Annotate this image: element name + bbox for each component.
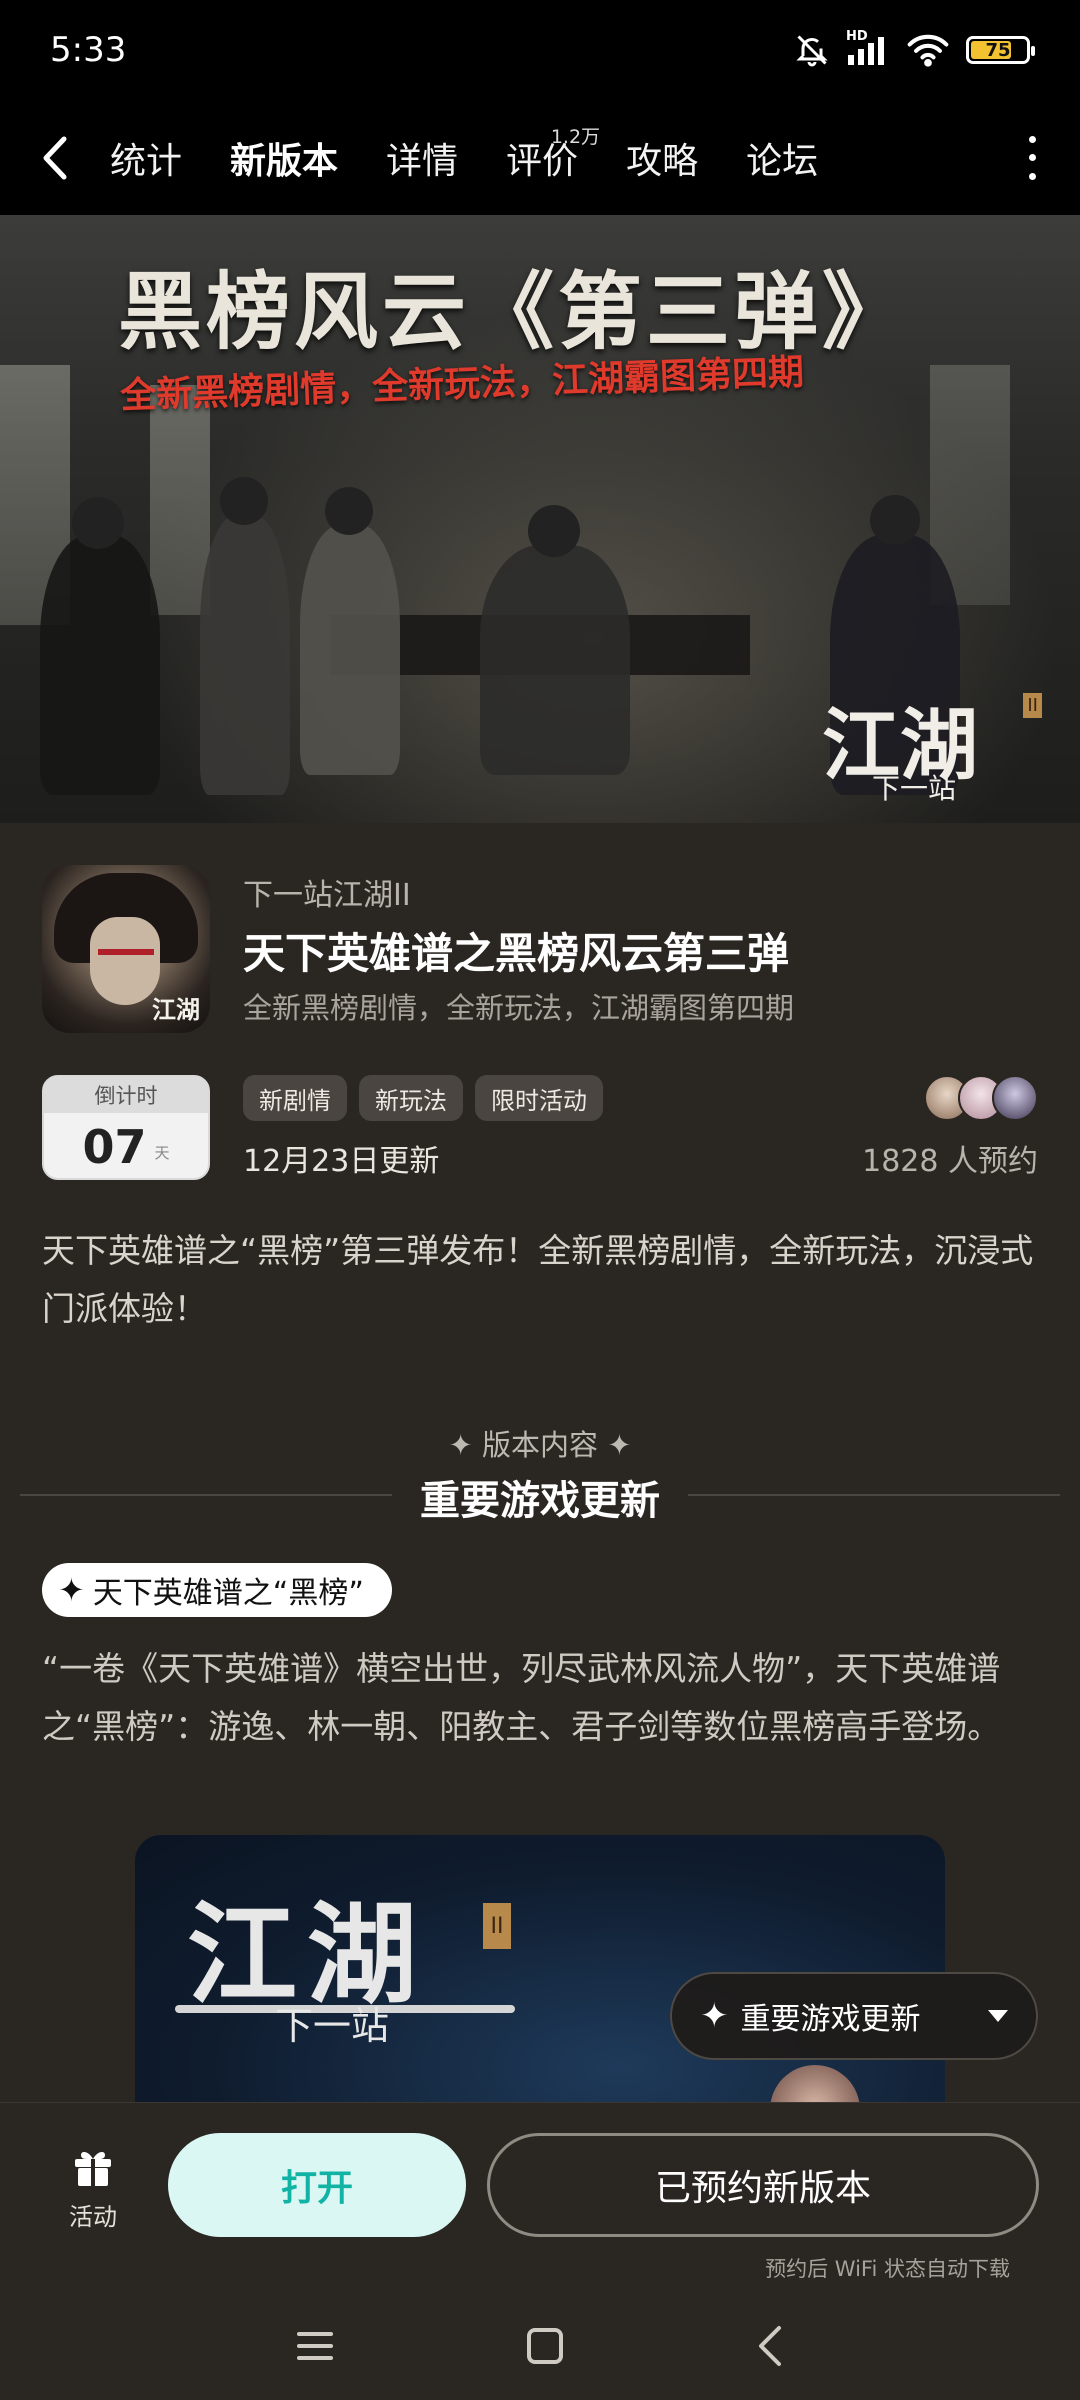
sparkle-icon: ✦	[700, 1996, 729, 2036]
countdown-badge: 倒计时 07 天	[42, 1075, 210, 1180]
version-title: 天下英雄谱之黑榜风云第三弹	[243, 929, 790, 978]
home-icon[interactable]	[525, 2326, 565, 2366]
tab-reviews[interactable]: 评价 1.2万	[506, 126, 600, 188]
banner-figure-4	[480, 545, 630, 775]
more-options-icon[interactable]	[1024, 130, 1040, 186]
banner-figure-1-head	[72, 497, 124, 549]
reserver-avatars[interactable]	[924, 1075, 1038, 1121]
feature-tag: ✦ 天下英雄谱之“黑榜”	[42, 1563, 392, 1617]
tag-limited-event: 限时活动	[475, 1075, 603, 1121]
system-nav-bar	[0, 2292, 1080, 2400]
wifi-download-note: 预约后 WiFi 状态自动下载	[765, 2257, 1010, 2281]
game-name[interactable]: 下一站江湖II	[243, 870, 411, 914]
chevron-left-icon	[43, 136, 67, 179]
banner-figure-5-head	[870, 495, 920, 545]
countdown-label: 倒计时	[44, 1077, 208, 1113]
sparkle-icon: ✦	[58, 1571, 85, 1609]
version-tags: 新剧情 新玩法 限时活动	[243, 1075, 603, 1121]
open-button[interactable]: 打开	[168, 2133, 466, 2237]
battery-level: 75	[985, 39, 1011, 61]
banner-figure-2-head	[220, 477, 268, 525]
countdown-body: 07 天	[44, 1113, 208, 1178]
update-date: 12月23日更新	[243, 1144, 440, 1179]
game-logo-sub: 下一站	[872, 772, 957, 805]
game-logo: 江湖 II 下一站	[822, 683, 1042, 805]
game-icon-mark	[98, 949, 154, 955]
feature-image-logo-sub: 下一站	[275, 2004, 390, 2048]
wifi-icon	[907, 34, 949, 67]
status-bar: 5:33 HD 75	[0, 0, 1080, 100]
gift-icon	[75, 2151, 111, 2186]
section-jump-label: 重要游戏更新	[740, 2002, 921, 2037]
tag-new-story: 新剧情	[243, 1075, 347, 1121]
activity-label: 活动	[69, 2203, 117, 2231]
back-button[interactable]	[40, 128, 80, 188]
menu-icon[interactable]	[295, 2328, 335, 2364]
game-icon-face	[90, 917, 160, 1005]
bell-off-icon	[796, 35, 828, 67]
status-time: 5:33	[50, 30, 127, 70]
banner-figure-3	[300, 525, 400, 775]
game-icon[interactable]: 江湖	[42, 865, 210, 1033]
section-jump-dropdown[interactable]: ✦ 重要游戏更新	[670, 1972, 1038, 2060]
banner-figure-1	[40, 535, 160, 795]
version-intro: 天下英雄谱之“黑榜”第三弹发布！全新黑榜剧情，全新玩法，沉浸式门派体验！	[42, 1231, 1034, 1328]
signal-icon: HD	[846, 29, 890, 67]
battery-icon: 75	[966, 36, 1035, 64]
version-banner[interactable]: 黑榜风云《第三弹》 全新黑榜剧情，全新玩法，江湖霸图第四期 江湖 II 下一站	[0, 215, 1080, 823]
section-kicker-label: 版本内容	[481, 1428, 598, 1462]
countdown-value: 07	[82, 1119, 147, 1174]
back-nav-icon[interactable]	[755, 2324, 785, 2368]
game-icon-text: 江湖	[152, 995, 200, 1024]
version-description: 全新黑榜剧情，全新玩法，江湖霸图第四期	[243, 991, 795, 1025]
tab-forum[interactable]: 论坛	[746, 128, 818, 188]
review-count-badge: 1.2万	[550, 125, 601, 148]
bottom-action-bar: 活动 打开 已预约新版本 预约后 WiFi 状态自动下载	[0, 2102, 1080, 2292]
tab-new-version[interactable]: 新版本	[222, 128, 347, 194]
tab-statistics[interactable]: 统计	[110, 128, 182, 188]
section-kicker: ✦ 版本内容 ✦	[0, 1422, 1080, 1464]
sparkle-icon: ✦	[607, 1428, 632, 1462]
reserved-new-version-button[interactable]: 已预约新版本	[487, 2133, 1039, 2237]
feature-image-badge: II	[483, 1903, 511, 1949]
game-logo-badge: II	[1023, 693, 1042, 718]
reserve-count: 1828 人预约	[862, 1144, 1038, 1179]
feature-body: “一卷《天下英雄谱》横空出世，列尽武林风流人物”，天下英雄谱之“黑榜”：游逸、林…	[42, 1649, 1001, 1746]
status-icons: HD 75	[794, 29, 1035, 68]
banner-figure-3-head	[325, 487, 373, 535]
tag-new-gameplay: 新玩法	[359, 1075, 463, 1121]
banner-figure-4-head	[528, 505, 580, 557]
activity-button[interactable]: 活动	[50, 2143, 136, 2232]
feature-tag-label: 天下英雄谱之“黑榜”	[92, 1576, 364, 1611]
sparkle-icon: ✦	[448, 1428, 473, 1462]
banner-figure-2	[200, 515, 290, 795]
banner-window-mid	[150, 385, 210, 615]
section-title: 重要游戏更新	[420, 1478, 660, 1524]
tab-details[interactable]: 详情	[386, 128, 458, 188]
avatar	[992, 1075, 1038, 1121]
caret-down-icon	[988, 2010, 1008, 2022]
top-nav: 统计 新版本 详情 评价 1.2万 攻略 论坛	[0, 100, 1080, 215]
countdown-unit: 天	[154, 1144, 170, 1162]
tab-guides[interactable]: 攻略	[626, 128, 698, 188]
